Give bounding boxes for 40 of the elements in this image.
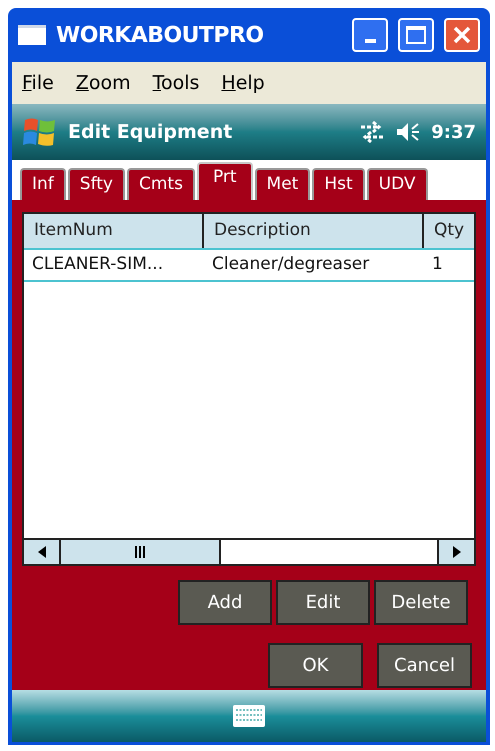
- table-cell-text: Cleaner/degreaser: [211, 253, 370, 276]
- menu-item[interactable]: Help: [221, 68, 265, 98]
- tab[interactable]: Cmts: [126, 168, 195, 200]
- tab[interactable]: Prt: [196, 162, 253, 200]
- connectivity-icon: [359, 121, 386, 143]
- column-header[interactable]: Description: [204, 214, 424, 248]
- dialog-button[interactable]: Cancel: [377, 643, 472, 688]
- close-icon: [453, 26, 471, 44]
- table-cell-text: CLEANER-SIM...: [31, 253, 164, 276]
- minimize-button[interactable]: [352, 18, 388, 52]
- speaker-icon: [395, 121, 422, 143]
- status-title: Edit Equipment: [68, 120, 234, 145]
- dialog-button[interactable]: OK: [268, 643, 363, 688]
- maximize-button[interactable]: [398, 18, 434, 52]
- window-title: WORKABOUTPRO: [56, 22, 264, 50]
- action-button[interactable]: Add: [178, 580, 272, 625]
- tab[interactable]: Sfty: [68, 168, 125, 200]
- grip-icon: [135, 546, 145, 558]
- scroll-left-button[interactable]: [24, 540, 61, 564]
- action-button[interactable]: Edit: [276, 580, 370, 625]
- scroll-thumb[interactable]: [61, 540, 221, 564]
- menu-item[interactable]: Zoom: [76, 68, 131, 98]
- right-arrow-icon: [452, 546, 460, 558]
- menu-item[interactable]: Tools: [152, 68, 200, 98]
- menu-item[interactable]: File: [22, 68, 54, 98]
- action-button[interactable]: Delete: [374, 580, 468, 625]
- tab[interactable]: UDV: [366, 168, 428, 200]
- horizontal-scrollbar[interactable]: [24, 538, 474, 564]
- table-cell-text: 1: [431, 253, 444, 276]
- keyboard-icon[interactable]: [233, 705, 265, 727]
- column-header[interactable]: Qty: [424, 214, 474, 248]
- column-header[interactable]: ItemNum: [24, 214, 204, 248]
- tab[interactable]: Inf: [20, 168, 66, 200]
- clock: 9:37: [431, 120, 476, 144]
- window-icon: [18, 25, 46, 45]
- tab[interactable]: Hst: [312, 168, 365, 200]
- tab[interactable]: Met: [254, 168, 310, 200]
- scroll-right-button[interactable]: [437, 540, 474, 564]
- left-arrow-icon: [38, 546, 46, 558]
- close-button[interactable]: [444, 18, 480, 52]
